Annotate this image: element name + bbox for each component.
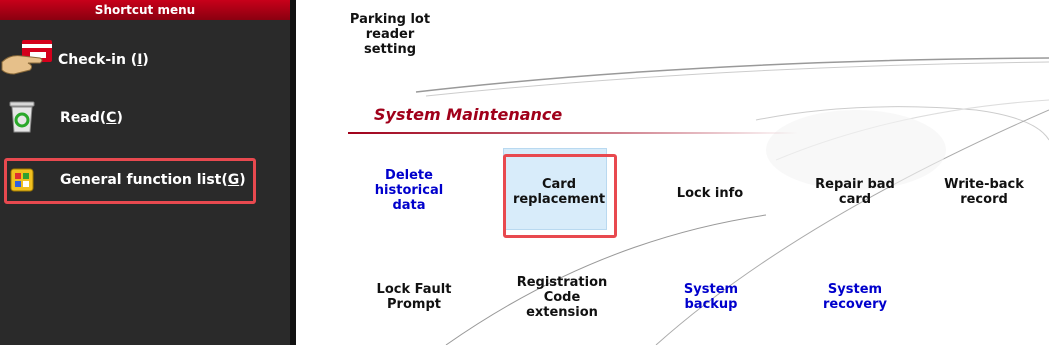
sidebar-header: Shortcut menu [0,0,290,20]
function-registration-code-extension[interactable]: Registration Code extension [512,275,612,320]
function-system-recovery[interactable]: System recovery [809,282,901,312]
function-delete-historical-data[interactable]: Delete historical data [364,168,454,213]
sidebar-item-checkin[interactable]: Check-in (I) [0,40,290,80]
function-lock-info[interactable]: Lock info [650,186,770,201]
sidebar-item-label: Check-in (I) [58,52,149,68]
function-system-backup[interactable]: System backup [666,282,756,312]
sidebar-item-read[interactable]: Read(C) [0,98,290,138]
function-repair-bad-card[interactable]: Repair bad card [804,177,906,207]
function-write-back-record[interactable]: Write-back record [929,177,1039,207]
selection-highlight [4,158,256,204]
function-card-replacement[interactable]: Card replacement [508,177,610,207]
section-title-system-maintenance: System Maintenance [374,105,563,124]
function-parking-lot-reader-setting[interactable]: Parking lot reader setting [344,12,436,57]
sidebar-item-label: Read(C) [60,110,123,126]
function-panel: Parking lot reader setting System Mainte… [296,0,1049,345]
shortcut-sidebar: Shortcut menu Check-in (I) Read(C) Gener… [0,0,290,345]
function-lock-fault-prompt[interactable]: Lock Fault Prompt [368,282,460,312]
